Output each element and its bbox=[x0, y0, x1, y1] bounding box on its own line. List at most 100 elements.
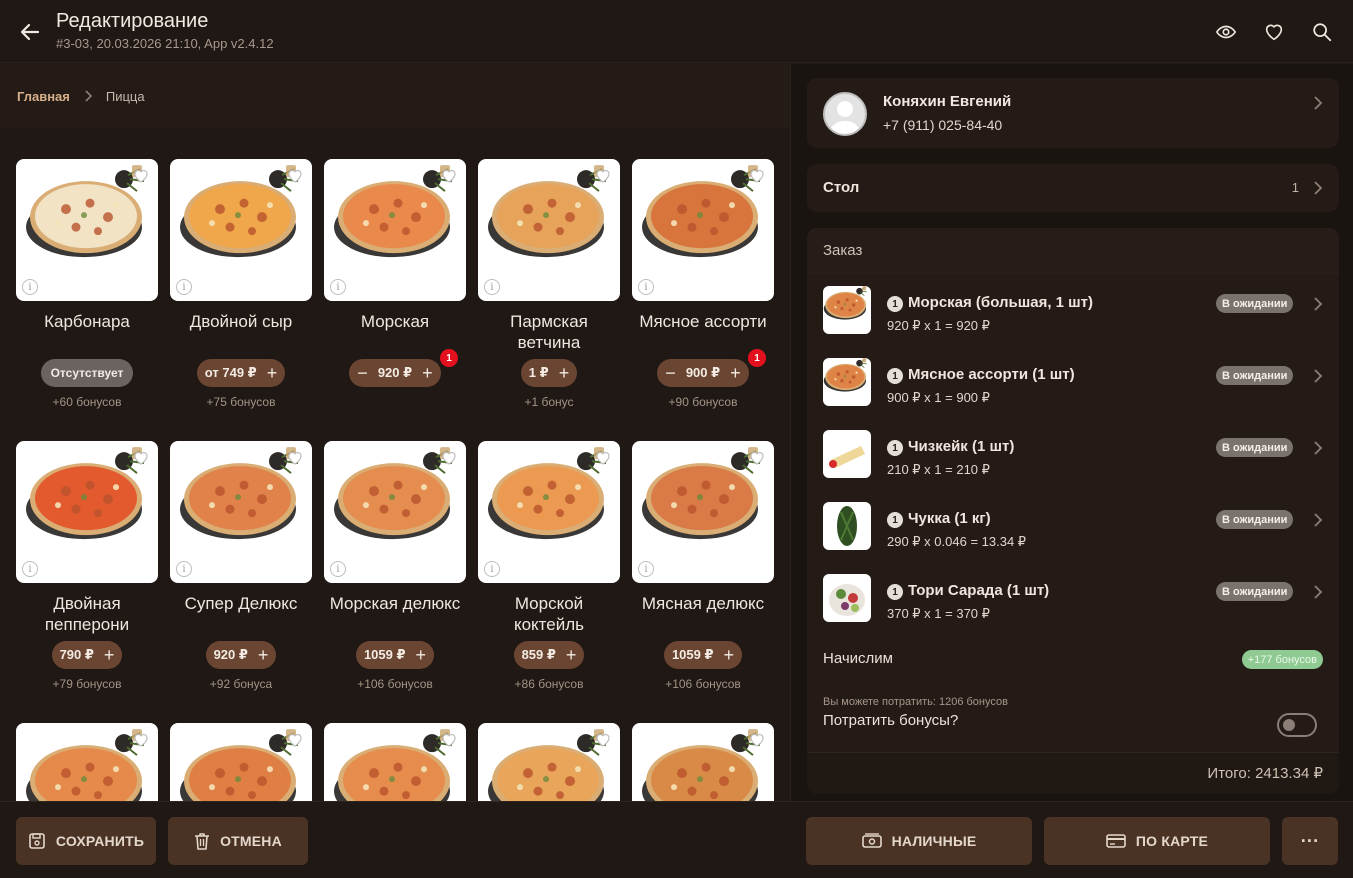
spend-bonus-toggle[interactable] bbox=[1277, 713, 1317, 737]
save-button-label: СОХРАНИТЬ bbox=[55, 833, 145, 849]
product-image[interactable]: i bbox=[16, 441, 158, 583]
product-image[interactable]: i bbox=[478, 723, 620, 801]
info-icon[interactable]: i bbox=[176, 561, 192, 577]
order-item[interactable]: 1 Морская (большая, 1 шт) 920 ₽ x 1 = 92… bbox=[807, 284, 1339, 348]
order-item[interactable]: 1 Тори Сарада (1 шт) 370 ₽ x 1 = 370 ₽ В… bbox=[807, 572, 1339, 636]
info-icon[interactable]: i bbox=[22, 279, 38, 295]
price-label: 920 ₽ bbox=[377, 365, 413, 380]
favorite-heart-icon[interactable] bbox=[130, 729, 152, 751]
eye-icon[interactable] bbox=[1213, 19, 1239, 45]
minus-icon[interactable]: − bbox=[665, 364, 676, 382]
price-stepper[interactable]: 790 ₽ + bbox=[51, 641, 123, 669]
product-image[interactable]: i bbox=[478, 441, 620, 583]
favorite-heart-icon[interactable] bbox=[592, 729, 614, 751]
info-icon[interactable]: i bbox=[330, 279, 346, 295]
product-image[interactable]: i bbox=[170, 441, 312, 583]
plus-icon[interactable]: + bbox=[566, 646, 577, 664]
product-card[interactable]: i Двойная пепперони 790 ₽ + +79 бонусов bbox=[16, 441, 158, 691]
product-image[interactable]: i bbox=[632, 159, 774, 301]
favorite-heart-icon[interactable] bbox=[284, 447, 306, 469]
price-stepper[interactable]: 1059 ₽ + bbox=[663, 641, 743, 669]
product-image[interactable]: i bbox=[632, 723, 774, 801]
product-card[interactable]: i Мясное ассорти −900 ₽ +1 +90 бонусов bbox=[632, 159, 774, 409]
favorite-heart-icon[interactable] bbox=[438, 165, 460, 187]
info-icon[interactable]: i bbox=[484, 279, 500, 295]
card-button[interactable]: ПО КАРТЕ bbox=[1044, 817, 1270, 865]
unavailable-badge[interactable]: Отсутствует bbox=[40, 359, 134, 387]
favorite-heart-icon[interactable] bbox=[130, 165, 152, 187]
price-stepper[interactable]: −920 ₽ + bbox=[349, 359, 441, 387]
favorite-heart-icon[interactable] bbox=[746, 165, 768, 187]
product-card[interactable]: i Супер Делюкс 920 ₽ + +92 бонуса bbox=[170, 441, 312, 691]
order-item[interactable]: 1 Мясное ассорти (1 шт) 900 ₽ x 1 = 900 … bbox=[807, 356, 1339, 420]
favorite-heart-icon[interactable] bbox=[438, 729, 460, 751]
product-card[interactable]: i bbox=[478, 723, 620, 801]
product-card[interactable]: i Карбонара Отсутствует +60 бонусов bbox=[16, 159, 158, 409]
product-card[interactable]: i bbox=[16, 723, 158, 801]
product-card[interactable]: i bbox=[632, 723, 774, 801]
product-image[interactable]: i bbox=[324, 723, 466, 801]
favorite-heart-icon[interactable] bbox=[746, 729, 768, 751]
product-card[interactable]: i Морской коктейль 859 ₽ + +86 бонусов bbox=[478, 441, 620, 691]
product-card[interactable]: i Морская −920 ₽ +1 bbox=[324, 159, 466, 395]
product-image[interactable]: i bbox=[632, 441, 774, 583]
price-row: от 749 ₽ + bbox=[170, 359, 312, 387]
table-card[interactable]: Стол 1 bbox=[807, 164, 1339, 212]
info-icon[interactable]: i bbox=[330, 561, 346, 577]
favorite-heart-icon[interactable] bbox=[592, 447, 614, 469]
price-stepper[interactable]: 1 ₽ + bbox=[520, 359, 578, 387]
product-card[interactable]: i bbox=[170, 723, 312, 801]
breadcrumb-home[interactable]: Главная bbox=[17, 89, 70, 104]
save-button[interactable]: СОХРАНИТЬ bbox=[16, 817, 156, 865]
info-icon[interactable]: i bbox=[484, 561, 500, 577]
client-card[interactable]: Коняхин Евгений +7 (911) 025-84-40 bbox=[807, 78, 1339, 148]
info-icon[interactable]: i bbox=[176, 279, 192, 295]
plus-icon[interactable]: + bbox=[422, 364, 433, 382]
product-image[interactable]: i bbox=[16, 723, 158, 801]
product-card[interactable]: i Пармская ветчина 1 ₽ + +1 бонус bbox=[478, 159, 620, 409]
save-icon bbox=[29, 833, 45, 849]
product-card[interactable]: i Двойной сыр от 749 ₽ + +75 бонусов bbox=[170, 159, 312, 409]
product-image[interactable]: i bbox=[478, 159, 620, 301]
product-image[interactable]: i bbox=[324, 441, 466, 583]
product-card[interactable]: i bbox=[324, 723, 466, 801]
product-image[interactable]: i bbox=[170, 723, 312, 801]
cancel-button[interactable]: ОТМЕНА bbox=[168, 817, 308, 865]
catalog-panel: Главная Пицца i Карбонара Отсутствует +60 б… bbox=[0, 64, 790, 801]
plus-icon[interactable]: + bbox=[416, 646, 427, 664]
price-stepper[interactable]: от 749 ₽ + bbox=[196, 359, 286, 387]
favorite-heart-icon[interactable] bbox=[592, 165, 614, 187]
favorite-heart-icon[interactable] bbox=[284, 165, 306, 187]
back-arrow-icon[interactable] bbox=[16, 18, 44, 46]
plus-icon[interactable]: + bbox=[730, 364, 741, 382]
more-button[interactable]: ··· bbox=[1282, 817, 1338, 865]
favorite-heart-icon[interactable] bbox=[284, 729, 306, 751]
plus-icon[interactable]: + bbox=[104, 646, 115, 664]
order-item[interactable]: 1 Чукка (1 кг) 290 ₽ x 0.046 = 13.34 ₽ В… bbox=[807, 500, 1339, 564]
plus-icon[interactable]: + bbox=[267, 364, 278, 382]
favorite-heart-icon[interactable] bbox=[130, 447, 152, 469]
favorite-heart-icon[interactable] bbox=[438, 447, 460, 469]
info-icon[interactable]: i bbox=[638, 279, 654, 295]
product-card[interactable]: i Морская делюкс 1059 ₽ + +106 бонусов bbox=[324, 441, 466, 691]
price-stepper[interactable]: 920 ₽ + bbox=[205, 641, 277, 669]
favorite-heart-icon[interactable] bbox=[746, 447, 768, 469]
info-icon[interactable]: i bbox=[22, 561, 38, 577]
order-item[interactable]: 1 Чизкейк (1 шт) 210 ₽ x 1 = 210 ₽ В ожи… bbox=[807, 428, 1339, 492]
product-image[interactable]: i bbox=[324, 159, 466, 301]
price-stepper[interactable]: 1059 ₽ + bbox=[355, 641, 435, 669]
product-image[interactable]: i bbox=[16, 159, 158, 301]
search-icon[interactable] bbox=[1309, 19, 1335, 45]
product-card[interactable]: i Мясная делюкс 1059 ₽ + +106 бонусов bbox=[632, 441, 774, 691]
plus-icon[interactable]: + bbox=[724, 646, 735, 664]
status-badge: В ожидании bbox=[1216, 582, 1294, 601]
info-icon[interactable]: i bbox=[638, 561, 654, 577]
plus-icon[interactable]: + bbox=[559, 364, 570, 382]
price-stepper[interactable]: −900 ₽ + bbox=[657, 359, 749, 387]
heart-icon[interactable] bbox=[1261, 19, 1287, 45]
cash-button[interactable]: НАЛИЧНЫЕ bbox=[806, 817, 1032, 865]
product-image[interactable]: i bbox=[170, 159, 312, 301]
plus-icon[interactable]: + bbox=[258, 646, 269, 664]
minus-icon[interactable]: − bbox=[357, 364, 368, 382]
price-stepper[interactable]: 859 ₽ + bbox=[513, 641, 585, 669]
